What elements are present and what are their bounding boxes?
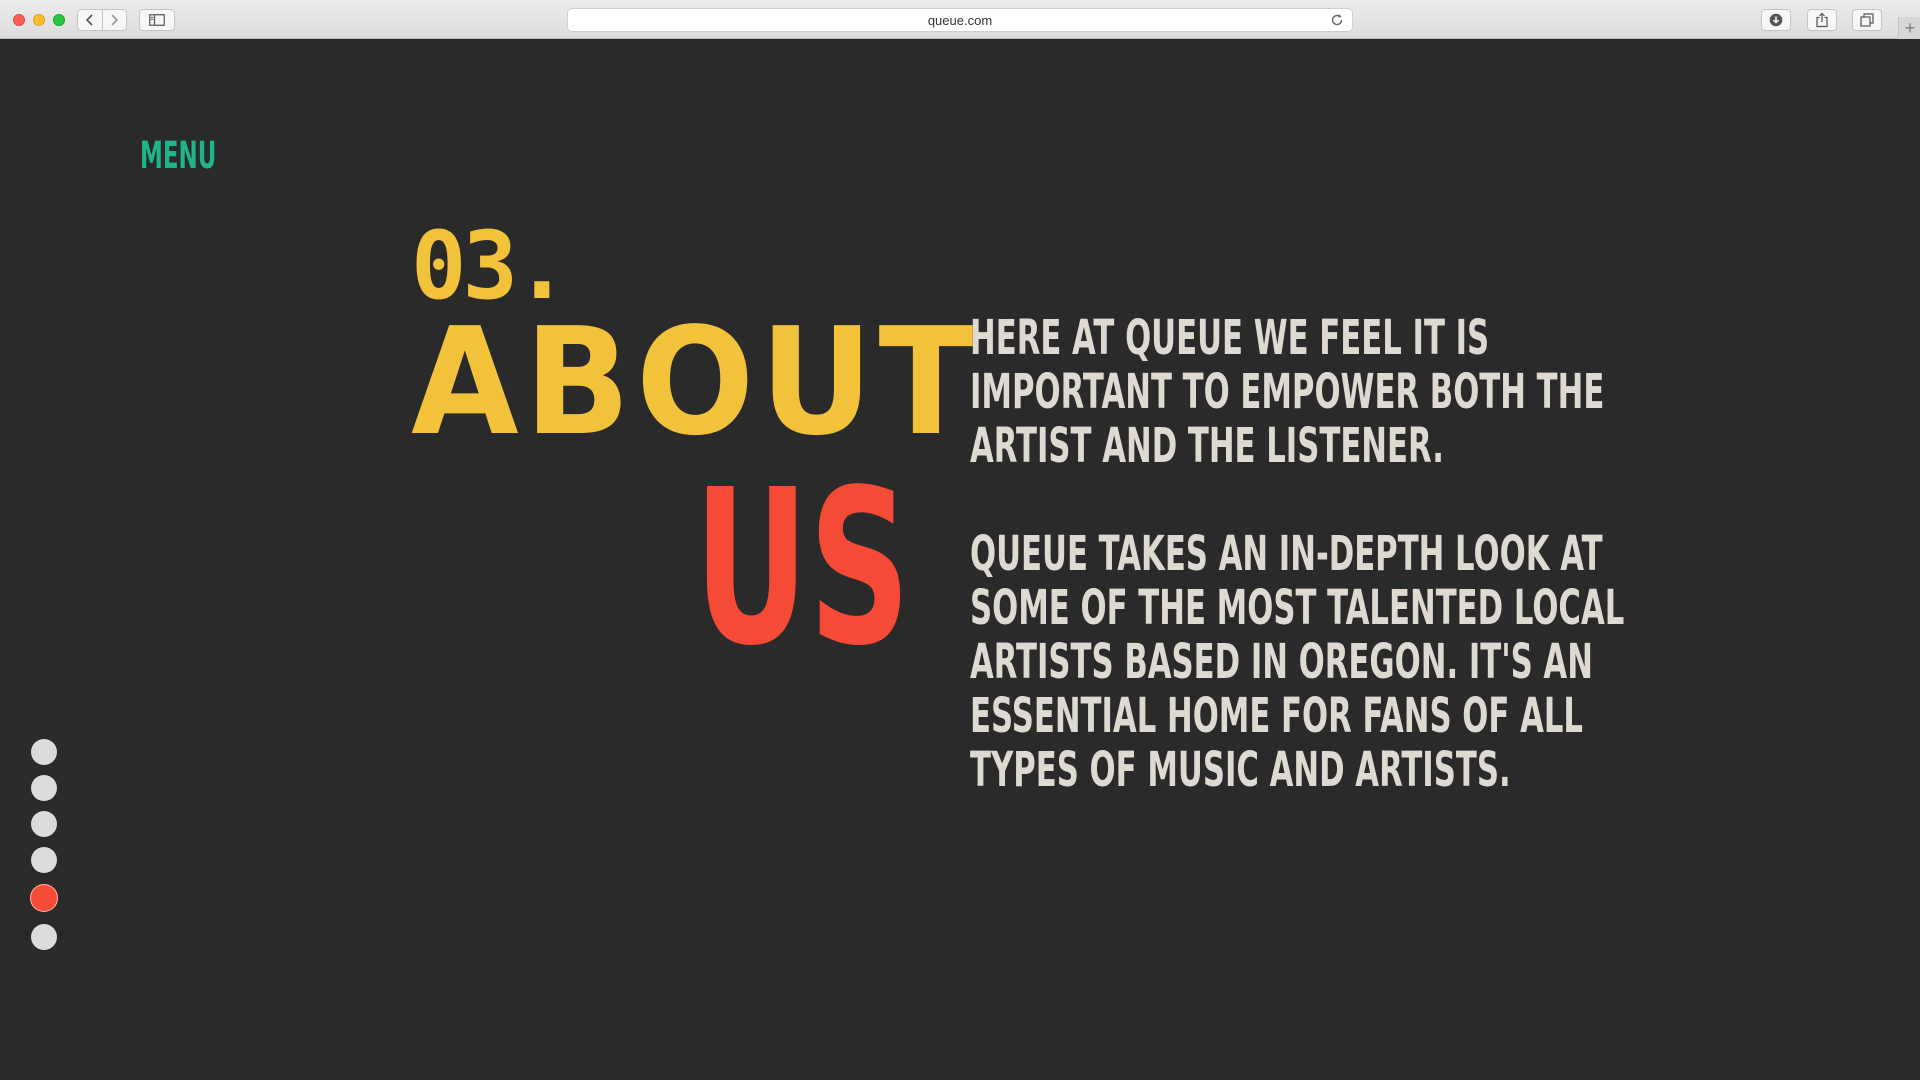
menu-button[interactable]: MENU: [140, 137, 216, 174]
close-window-button[interactable]: [13, 14, 25, 26]
paragraph-line: TYPES OF MUSIC AND ARTISTS.: [970, 742, 1511, 798]
forward-button[interactable]: [101, 10, 127, 30]
reload-icon[interactable]: [1330, 13, 1344, 27]
section-dot-3[interactable]: [31, 811, 57, 837]
section-dot-4[interactable]: [31, 847, 57, 873]
address-bar[interactable]: queue.com: [567, 8, 1353, 32]
chevron-right-icon: [111, 14, 119, 26]
description-paragraph: QUEUE TAKES AN IN-DEPTH LOOK AT SOME OF …: [970, 526, 1625, 798]
section-dot-5[interactable]: [30, 884, 58, 912]
sidebar-toggle-button[interactable]: [139, 9, 175, 31]
paragraph-line: QUEUE TAKES AN IN-DEPTH LOOK AT: [970, 526, 1603, 582]
section-dot-2[interactable]: [31, 775, 57, 801]
minimize-window-button[interactable]: [33, 14, 45, 26]
paragraph-line: IMPORTANT TO EMPOWER BOTH THE: [970, 364, 1605, 420]
page-title-line-1: ABOUT: [411, 296, 980, 468]
tabs-overview-button[interactable]: [1852, 9, 1882, 31]
sidebar-icon: [149, 14, 165, 26]
history-nav: [77, 9, 127, 31]
section-dot-1[interactable]: [31, 739, 57, 765]
zoom-window-button[interactable]: [53, 14, 65, 26]
page-title-line-2: US: [694, 444, 911, 693]
paragraph-line: ARTIST AND THE LISTENER.: [970, 418, 1444, 474]
back-button[interactable]: [78, 10, 102, 30]
address-url: queue.com: [927, 13, 993, 28]
share-button[interactable]: [1807, 9, 1837, 31]
download-icon: [1769, 13, 1783, 27]
plus-icon: +: [1904, 18, 1916, 38]
page-content: MENU 03. ABOUT US HERE AT QUEUE WE FEEL …: [0, 39, 1920, 1080]
chevron-left-icon: [85, 14, 93, 26]
paragraph-line: HERE AT QUEUE WE FEEL IT IS: [970, 310, 1490, 366]
browser-toolbar: queue.com +: [0, 0, 1920, 39]
downloads-button[interactable]: [1761, 9, 1791, 31]
section-dot-6[interactable]: [31, 924, 57, 950]
share-icon: [1816, 12, 1828, 28]
intro-paragraph: HERE AT QUEUE WE FEEL IT IS IMPORTANT TO…: [970, 310, 1605, 474]
paragraph-line: SOME OF THE MOST TALENTED LOCAL: [970, 580, 1625, 636]
paragraph-line: ARTISTS BASED IN OREGON. IT'S AN: [970, 634, 1593, 690]
tabs-icon: [1860, 13, 1874, 27]
new-tab-button[interactable]: +: [1898, 17, 1920, 39]
paragraph-line: ESSENTIAL HOME FOR FANS OF ALL: [970, 688, 1583, 744]
